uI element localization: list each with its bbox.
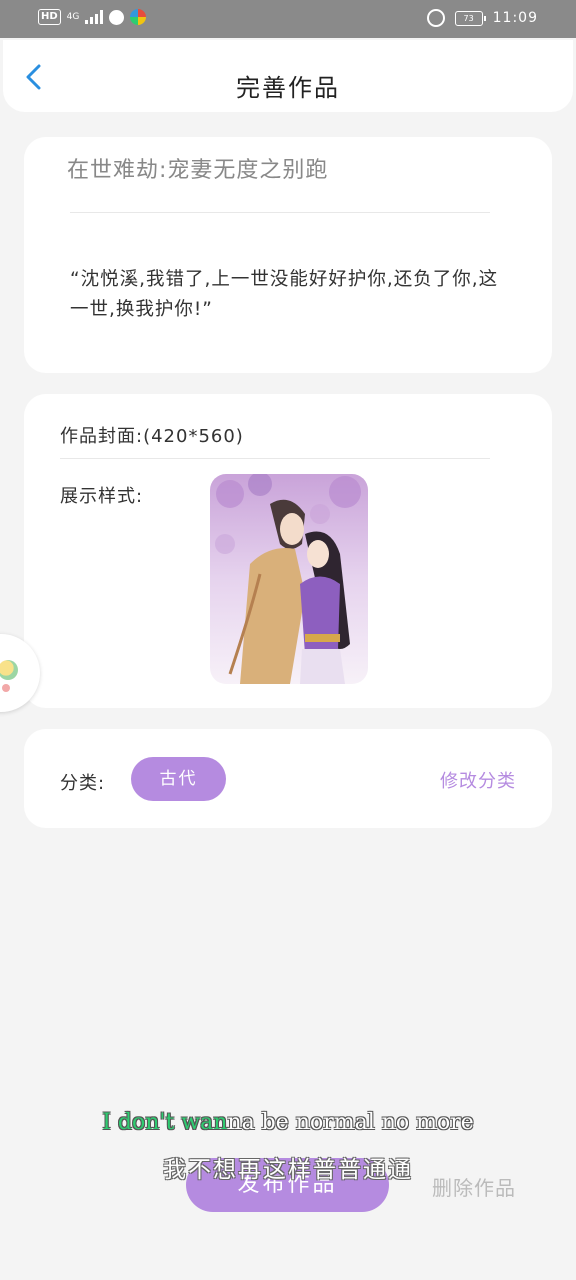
network-type: 4G — [66, 11, 80, 22]
divider — [60, 458, 490, 459]
hd-icon: HD — [38, 9, 61, 25]
subtitle-rest: na be normal no more — [227, 1110, 474, 1135]
cover-image[interactable] — [210, 474, 368, 684]
navigation-bar: 完善作品 — [3, 40, 573, 112]
category-card: 分类: 古代 修改分类 — [24, 729, 552, 828]
assistant-icon — [0, 660, 18, 680]
work-intro-input[interactable]: “沈悦溪,我错了,上一世没能好好护你,还负了你,这一世,换我护你!” — [70, 265, 510, 325]
subtitle-chinese: 我不想再这样普普通通 — [163, 1157, 413, 1183]
cover-illustration — [210, 474, 368, 684]
signal-icon — [85, 10, 104, 24]
modify-category-link[interactable]: 修改分类 — [440, 767, 516, 793]
work-title-input[interactable]: 在世难劫:宠妻无度之别跑 — [67, 152, 328, 184]
app-notification-icon — [130, 9, 147, 25]
clock: 11:09 — [492, 10, 538, 26]
cover-label: 作品封面:(420*560) — [60, 426, 244, 447]
sync-icon — [109, 9, 125, 25]
category-label: 分类: — [60, 773, 106, 794]
status-bar: HD 4G 73 11:09 — [0, 0, 576, 38]
category-tag[interactable]: 古代 — [131, 757, 226, 801]
cover-card: 作品封面:(420*560) 展示样式: — [24, 394, 552, 708]
subtitle-english: I don't wanna be normal no more — [0, 1110, 576, 1135]
subtitle-highlight: I don't wan — [102, 1110, 228, 1135]
display-style-label: 展示样式: — [60, 486, 144, 507]
work-info-card: 在世难劫:宠妻无度之别跑 “沈悦溪,我错了,上一世没能好好护你,还负了你,这一世… — [24, 137, 552, 373]
alarm-icon — [426, 9, 445, 27]
battery-icon: 73 — [454, 10, 486, 26]
divider — [70, 212, 490, 213]
page-title: 完善作品 — [236, 74, 340, 102]
assistant-dot-icon — [2, 684, 10, 692]
